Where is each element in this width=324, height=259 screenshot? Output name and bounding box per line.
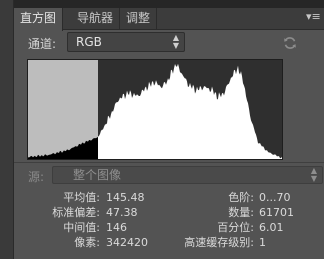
pixels-label: 像素:: [74, 236, 100, 249]
divider: [14, 162, 324, 163]
source-select[interactable]: 整个图像 ▲ ▼: [52, 166, 323, 184]
level-value: 0...70: [259, 191, 291, 204]
channel-row: 通道: RGB ▲ ▼: [14, 32, 324, 54]
panel-top-bar: [14, 0, 324, 8]
level-label: 色阶:: [228, 191, 254, 204]
select-arrows-icon: ▲ ▼: [310, 166, 317, 183]
source-value: 整个图像: [73, 168, 122, 182]
count-value: 61701: [259, 206, 294, 219]
dock-strip: [0, 0, 14, 259]
panel-menu-icon[interactable]: ▾≡: [306, 11, 321, 23]
stddev-label: 标准偏差:: [52, 206, 100, 219]
pixels-value: 342420: [106, 236, 148, 249]
source-row: 源: 整个图像 ▲ ▼: [14, 166, 324, 186]
count-label: 数量:: [228, 206, 254, 219]
tab-adjustments[interactable]: 调整: [120, 8, 158, 30]
percentile-label: 百分位:: [217, 221, 254, 234]
refresh-icon[interactable]: [282, 35, 298, 51]
median-label: 中间值:: [63, 221, 100, 234]
tab-histogram[interactable]: 直方图: [14, 8, 64, 31]
histogram-panel: 直方图 导航器 调整 ▾≡ 通道: RGB ▲ ▼ 源: 整个图像 ▲ ▼ 平均…: [0, 0, 324, 259]
stddev-value: 47.38: [106, 206, 138, 219]
tab-navigator[interactable]: 导航器: [71, 8, 121, 30]
cache-level-label: 高速缓存级别:: [184, 236, 254, 249]
panel-tabs: 直方图 导航器 调整: [14, 8, 324, 31]
source-label: 源:: [28, 170, 45, 184]
channel-value: RGB: [76, 35, 102, 49]
cache-level-value: 1: [259, 236, 266, 249]
percentile-value: 6.01: [259, 221, 284, 234]
mean-value: 145.48: [106, 191, 145, 204]
select-arrows-icon: ▲ ▼: [172, 33, 179, 50]
median-value: 146: [106, 221, 127, 234]
channel-label: 通道:: [28, 37, 57, 51]
histogram-graph[interactable]: [27, 59, 283, 160]
channel-select[interactable]: RGB ▲ ▼: [67, 32, 185, 52]
statistics: 平均值: 145.48 标准偏差: 47.38 中间值: 146 像素: 342…: [14, 190, 324, 259]
mean-label: 平均值:: [63, 191, 100, 204]
